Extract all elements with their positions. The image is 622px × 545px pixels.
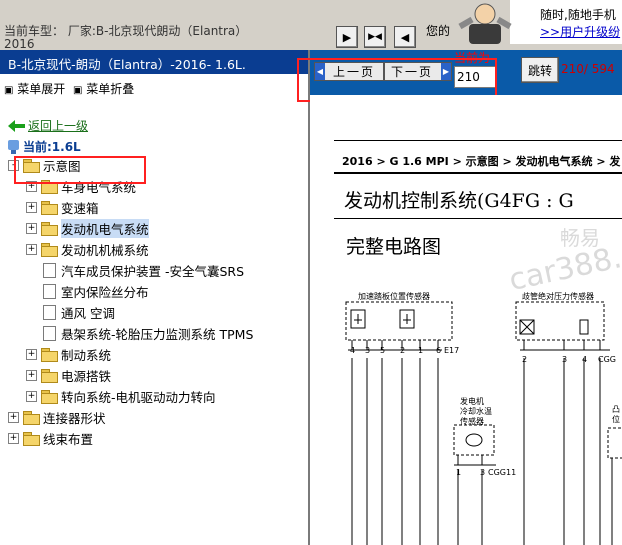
tree-item[interactable]: 室内保险丝分布: [26, 281, 149, 301]
pin-label: 3: [562, 355, 568, 364]
mascot-icon: [458, 3, 512, 44]
pin-label: CGG: [598, 355, 616, 364]
tree-item[interactable]: + 电源搭铁: [26, 365, 111, 385]
tree-item[interactable]: + 变速箱: [26, 197, 99, 217]
pin-label: 3: [480, 468, 486, 477]
left-panel-header: B-北京现代-朗动（Elantra）-2016- 1.6L.: [0, 50, 308, 74]
current-label: 当前:1.6L: [23, 140, 81, 154]
tree-item-label: 通风 空调: [61, 305, 115, 321]
nav-prev-button[interactable]: ◀: [394, 26, 416, 48]
menu-expand-link[interactable]: 菜单展开: [17, 82, 65, 96]
nav-split-button[interactable]: ▶◀: [364, 26, 386, 48]
expand-icon[interactable]: +: [26, 222, 37, 234]
pin-label: 5: [380, 346, 386, 355]
expand-icon[interactable]: +: [26, 369, 37, 381]
highlight-box-tree: [14, 156, 146, 184]
diagram-subtitle: 完整电路图: [346, 236, 442, 258]
menu-icon: ▣: [72, 85, 83, 96]
folder-icon: [41, 369, 58, 383]
tree-item[interactable]: + 发动机机械系统: [26, 239, 149, 259]
double-arrow-icon: ▶◀: [368, 32, 382, 42]
your-label: 您的: [426, 24, 451, 38]
tree-item[interactable]: 悬架系统-轮胎压力监测系统 TPMS: [26, 323, 253, 343]
pin-label: 1: [418, 346, 424, 355]
tree-item-label: 室内保险丝分布: [61, 284, 149, 300]
divider: [334, 172, 622, 174]
tree-item[interactable]: 通风 空调: [26, 302, 115, 322]
tree-item-label: 悬架系统-轮胎压力监测系统 TPMS: [61, 326, 254, 342]
folder-icon: [41, 348, 58, 362]
tree-item[interactable]: + 线束布置: [8, 428, 93, 448]
tree-item[interactable]: + 连接器形状: [8, 407, 106, 427]
vehicle-title: B-北京现代-朗动（Elantra）-2016- 1.6L.: [8, 57, 246, 72]
current-icon: [8, 139, 19, 154]
sensor-label: 加速踏板位置传感器: [358, 292, 430, 301]
tree-item-label: 制动系统: [61, 347, 112, 363]
document-icon: [43, 283, 56, 299]
pin-label: 6: [436, 346, 442, 355]
folder-icon: [41, 222, 58, 236]
back-link[interactable]: 返回上一级: [28, 117, 88, 134]
tree-item-label: 线束布置: [43, 431, 94, 447]
document-icon: [43, 262, 56, 278]
pin-label: 2: [400, 346, 406, 355]
pin-label: CGG11: [488, 468, 517, 477]
folder-icon: [23, 411, 40, 425]
arrow-left-icon: ◀: [400, 30, 410, 44]
document-icon: [43, 304, 56, 320]
back-arrow-icon: [8, 119, 25, 132]
expand-icon[interactable]: +: [26, 348, 37, 360]
tree-item-label: 汽车成员保护装置 -安全气囊SRS: [61, 263, 245, 279]
nav-first-button[interactable]: ▶: [336, 26, 358, 48]
arrow-right-icon: ▶: [342, 30, 352, 44]
tree-item-label: 变速箱: [61, 200, 99, 216]
tree-item-label: 发动机电气系统: [61, 218, 149, 238]
expand-icon[interactable]: +: [26, 243, 37, 255]
menu-controls: ▣ 菜单展开 ▣ 菜单折叠: [4, 80, 134, 97]
folder-icon: [23, 432, 40, 446]
pin-label: 4: [350, 346, 356, 355]
pin-label: 1: [456, 468, 462, 477]
expand-icon[interactable]: +: [26, 390, 37, 402]
car-model-line: 当前车型： 厂家:B-北京现代朗动（Elantra）: [4, 24, 248, 38]
sensor-label: 歧管绝对压力传感器: [522, 292, 594, 301]
upgrade-link[interactable]: >>用户升级纷: [540, 23, 620, 40]
pin-label: 3: [365, 346, 371, 355]
diagram-title: 发动机控制系统(G4FG : G: [344, 190, 574, 212]
folder-icon: [41, 201, 58, 215]
back-row[interactable]: 返回上一级: [8, 117, 88, 134]
expand-icon[interactable]: +: [8, 411, 19, 423]
folder-icon: [41, 243, 58, 257]
tree-item-label: 电源搭铁: [61, 368, 112, 384]
folder-icon: [41, 390, 58, 404]
document-icon: [43, 325, 56, 341]
breadcrumb: 2016 > G 1.6 MPI > 示意图 > 发动机电气系统 > 发: [342, 155, 621, 168]
menu-collapse-link[interactable]: 菜单折叠: [86, 82, 134, 96]
car-year-line: 2016: [4, 37, 35, 51]
promo-text: 随时,随地手机: [540, 8, 616, 22]
jump-button[interactable]: 跳转: [521, 57, 559, 83]
page-count: 210/ 594: [561, 62, 615, 76]
tree-item[interactable]: + 制动系统: [26, 344, 111, 364]
pin-label: 4: [582, 355, 588, 364]
tree-item-label: 连接器形状: [43, 410, 106, 426]
pin-label: E17: [444, 346, 460, 355]
menu-icon: ▣: [4, 85, 14, 96]
tree-item-label: 发动机机械系统: [61, 242, 149, 258]
divider: [334, 218, 622, 219]
sensor-label: 传感器: [460, 417, 484, 426]
expand-icon[interactable]: +: [26, 201, 37, 213]
current-row: 当前:1.6L: [8, 138, 81, 155]
expand-icon[interactable]: +: [8, 432, 19, 444]
sensor-label: 位: [612, 415, 620, 424]
pin-label: 2: [522, 355, 528, 364]
divider: [334, 140, 622, 141]
tree-item[interactable]: 汽车成员保护装置 -安全气囊SRS: [26, 260, 244, 280]
tree-item-label: 转向系统-电机驱动动力转向: [61, 389, 216, 405]
tree-item[interactable]: + 转向系统-电机驱动动力转向: [26, 386, 216, 406]
tree-item[interactable]: + 发动机电气系统: [26, 218, 149, 238]
